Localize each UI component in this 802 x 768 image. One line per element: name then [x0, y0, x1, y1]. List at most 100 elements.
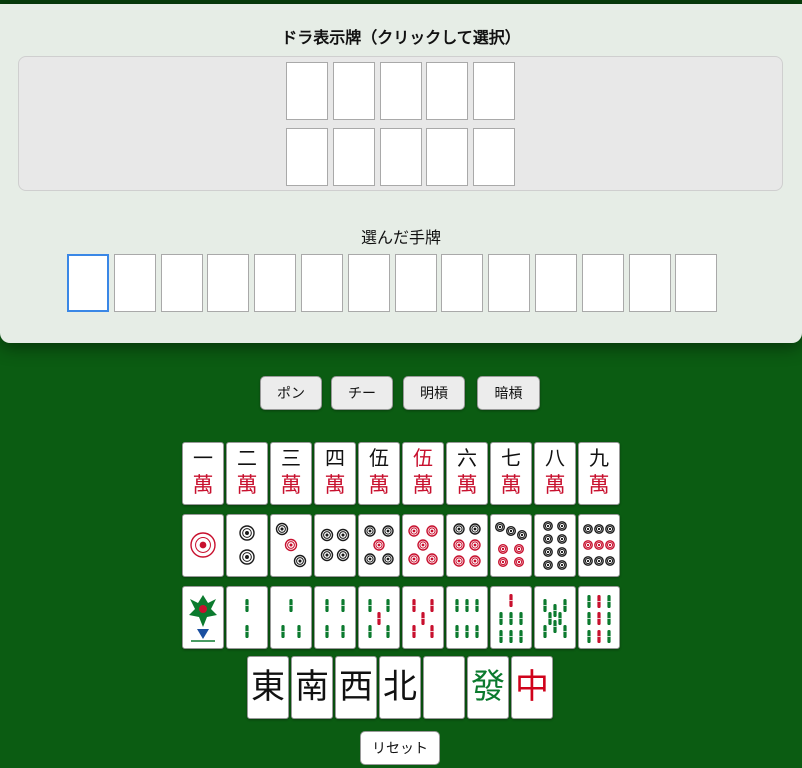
tile-pin[interactable] — [358, 514, 400, 577]
tile-pin[interactable] — [534, 514, 576, 577]
pin-dots-icon — [583, 524, 615, 566]
tile-sou[interactable] — [446, 586, 488, 649]
tile-rank: 二 — [237, 446, 257, 470]
sou-sticks-icon — [245, 599, 249, 638]
tile-suit: 萬 — [280, 473, 302, 497]
tile-honor[interactable]: 發 — [467, 656, 509, 719]
sou-sticks-icon — [368, 599, 390, 638]
dora-slot[interactable] — [379, 62, 422, 120]
tile-honor-char: 北 — [383, 667, 417, 707]
tile-rank: 八 — [545, 446, 565, 470]
hand-slot[interactable] — [347, 254, 390, 312]
tile-man[interactable]: 九萬 — [578, 442, 620, 505]
tile-man[interactable]: 六萬 — [446, 442, 488, 505]
tile-pin[interactable] — [226, 514, 268, 577]
reset-button[interactable]: リセット — [360, 731, 440, 765]
hand-slot[interactable] — [67, 254, 109, 312]
tile-pin[interactable] — [314, 514, 356, 577]
dora-slot[interactable] — [426, 62, 469, 120]
tile-sou[interactable] — [402, 586, 444, 649]
dora-slot[interactable] — [332, 62, 375, 120]
tile-honor[interactable]: 中 — [511, 656, 553, 719]
tile-suit: 萬 — [412, 473, 434, 497]
tile-sou[interactable] — [358, 586, 400, 649]
tile-sou[interactable] — [314, 586, 356, 649]
dora-slot[interactable] — [473, 62, 516, 120]
sou-sticks-icon — [325, 599, 345, 638]
pin-dots-icon — [453, 523, 481, 567]
pin-dots-icon — [543, 521, 567, 570]
tile-pin[interactable] — [490, 514, 532, 577]
tile-sou[interactable] — [534, 586, 576, 649]
tile-rank: 七 — [501, 446, 521, 470]
tile-man[interactable]: 七萬 — [490, 442, 532, 505]
tile-sou[interactable] — [490, 586, 532, 649]
tile-honor[interactable]: 南 — [291, 656, 333, 719]
pin-dots-icon — [239, 525, 255, 565]
hand-slot[interactable] — [581, 254, 624, 312]
tile-honor[interactable]: 北 — [379, 656, 421, 719]
tile-honor-char: 發 — [471, 667, 505, 707]
hand-slot[interactable] — [254, 254, 297, 312]
tile-man[interactable]: 八萬 — [534, 442, 576, 505]
hand-slot[interactable] — [675, 254, 718, 312]
dora-slot[interactable] — [286, 62, 328, 120]
chi-button[interactable]: チー — [331, 376, 393, 410]
tile-honor[interactable]: 東 — [247, 656, 289, 719]
dora-indicator-area — [18, 56, 783, 191]
tile-pin[interactable] — [578, 514, 620, 577]
tile-honor-char: 東 — [251, 667, 285, 707]
pon-button[interactable]: ポン — [260, 376, 322, 410]
tile-man[interactable]: 四萬 — [314, 442, 356, 505]
ankan-button[interactable]: 暗槓 — [477, 376, 540, 410]
dora-slot[interactable] — [426, 128, 469, 186]
hand-slot[interactable] — [488, 254, 531, 312]
pin-dots-icon — [494, 521, 528, 568]
tile-sou[interactable] — [226, 586, 268, 649]
tile-suit: 萬 — [500, 473, 522, 497]
dora-slot[interactable] — [473, 128, 516, 186]
hand-slot[interactable] — [301, 254, 343, 312]
hand-slot[interactable] — [441, 254, 484, 312]
dora-slot[interactable] — [286, 128, 328, 186]
tile-man[interactable]: 伍萬 — [402, 442, 444, 505]
tile-pin[interactable] — [270, 514, 312, 577]
tile-rank: 一 — [193, 446, 213, 470]
tile-man[interactable]: 三萬 — [270, 442, 312, 505]
sou-sticks-icon — [412, 599, 434, 638]
minkan-button[interactable]: 明槓 — [403, 376, 465, 410]
dora-slot[interactable] — [332, 128, 375, 186]
hand-slot[interactable] — [394, 254, 437, 312]
tile-honor[interactable] — [423, 656, 465, 719]
pin-dots-icon — [364, 525, 394, 565]
tile-man[interactable]: 二萬 — [226, 442, 268, 505]
tile-sou[interactable] — [182, 586, 224, 649]
sou-sticks-icon — [281, 599, 301, 638]
tile-pin[interactable] — [446, 514, 488, 577]
tile-pin[interactable] — [402, 514, 444, 577]
tile-suit: 萬 — [236, 473, 258, 497]
tile-suit: 萬 — [368, 473, 390, 497]
pin-dots-icon — [320, 528, 350, 562]
tile-suit: 萬 — [192, 473, 214, 497]
pin-dots-icon — [408, 525, 438, 565]
hand-slot[interactable] — [160, 254, 203, 312]
tile-rank: 伍 — [413, 446, 433, 470]
hand-slot[interactable] — [207, 254, 250, 312]
hand-slot[interactable] — [535, 254, 577, 312]
tile-sou[interactable] — [270, 586, 312, 649]
tile-rank: 四 — [325, 446, 345, 470]
tile-sou[interactable] — [578, 586, 620, 649]
hand-slot[interactable] — [628, 254, 671, 312]
tile-pin[interactable] — [182, 514, 224, 577]
tile-man[interactable]: 一萬 — [182, 442, 224, 505]
tile-honor[interactable]: 西 — [335, 656, 377, 719]
tile-suit: 萬 — [324, 473, 346, 497]
tile-honor-char: 中 — [515, 667, 549, 707]
sou-sticks-icon — [189, 595, 217, 642]
dora-slot[interactable] — [379, 128, 422, 186]
tile-suit: 萬 — [588, 473, 610, 497]
tile-man[interactable]: 伍萬 — [358, 442, 400, 505]
hand-slot[interactable] — [113, 254, 156, 312]
tile-rank: 六 — [457, 446, 477, 470]
